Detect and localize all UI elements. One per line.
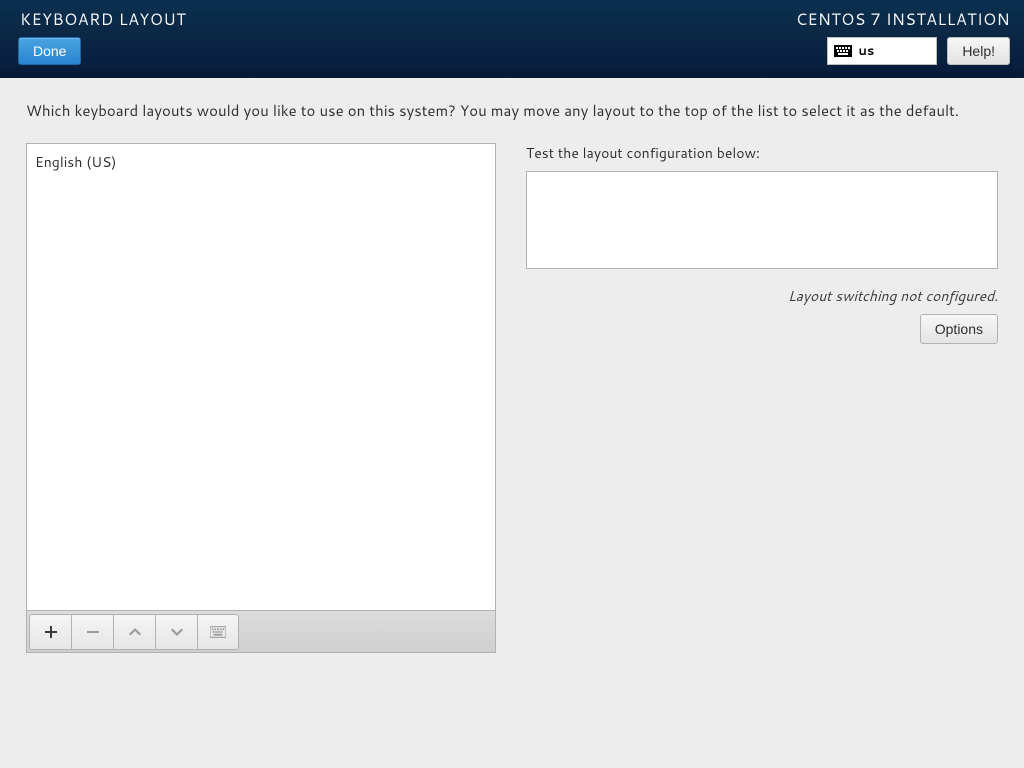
left-column: English (US) — [26, 143, 496, 653]
right-column: Test the layout configuration below: Lay… — [526, 143, 998, 344]
keyboard-icon — [210, 624, 226, 640]
content-area: Which keyboard layouts would you like to… — [0, 78, 1024, 675]
header-left: KEYBOARD LAYOUT Done — [14, 8, 186, 78]
product-title: CENTOS 7 INSTALLATION — [796, 8, 1010, 31]
header-bar: KEYBOARD LAYOUT Done CENTOS 7 INSTALLATI… — [0, 0, 1024, 78]
list-item[interactable]: English (US) — [27, 148, 495, 176]
header-right: CENTOS 7 INSTALLATION us Hel — [796, 8, 1010, 78]
layout-indicator[interactable]: us — [827, 37, 937, 65]
test-input[interactable] — [526, 171, 998, 269]
move-up-button[interactable] — [113, 614, 155, 650]
options-button[interactable]: Options — [920, 314, 998, 344]
move-down-button[interactable] — [155, 614, 197, 650]
chevron-up-icon — [127, 624, 143, 640]
done-button[interactable]: Done — [18, 37, 81, 65]
page-title: KEYBOARD LAYOUT — [20, 8, 186, 31]
switch-status-text: Layout switching not configured. — [526, 286, 998, 306]
layout-list[interactable]: English (US) — [26, 143, 496, 611]
preview-layout-button[interactable] — [197, 614, 239, 650]
layout-toolbar — [26, 611, 496, 653]
header-controls: us Help! — [827, 37, 1010, 65]
options-row: Options — [526, 314, 998, 344]
instruction-text: Which keyboard layouts would you like to… — [26, 100, 998, 121]
layout-indicator-label: us — [858, 42, 874, 60]
plus-icon — [43, 624, 59, 640]
test-label: Test the layout configuration below: — [526, 143, 998, 163]
help-button[interactable]: Help! — [947, 37, 1010, 65]
keyboard-icon — [834, 45, 852, 57]
columns: English (US) — [26, 143, 998, 653]
add-layout-button[interactable] — [29, 614, 71, 650]
chevron-down-icon — [169, 624, 185, 640]
minus-icon — [85, 624, 101, 640]
remove-layout-button[interactable] — [71, 614, 113, 650]
